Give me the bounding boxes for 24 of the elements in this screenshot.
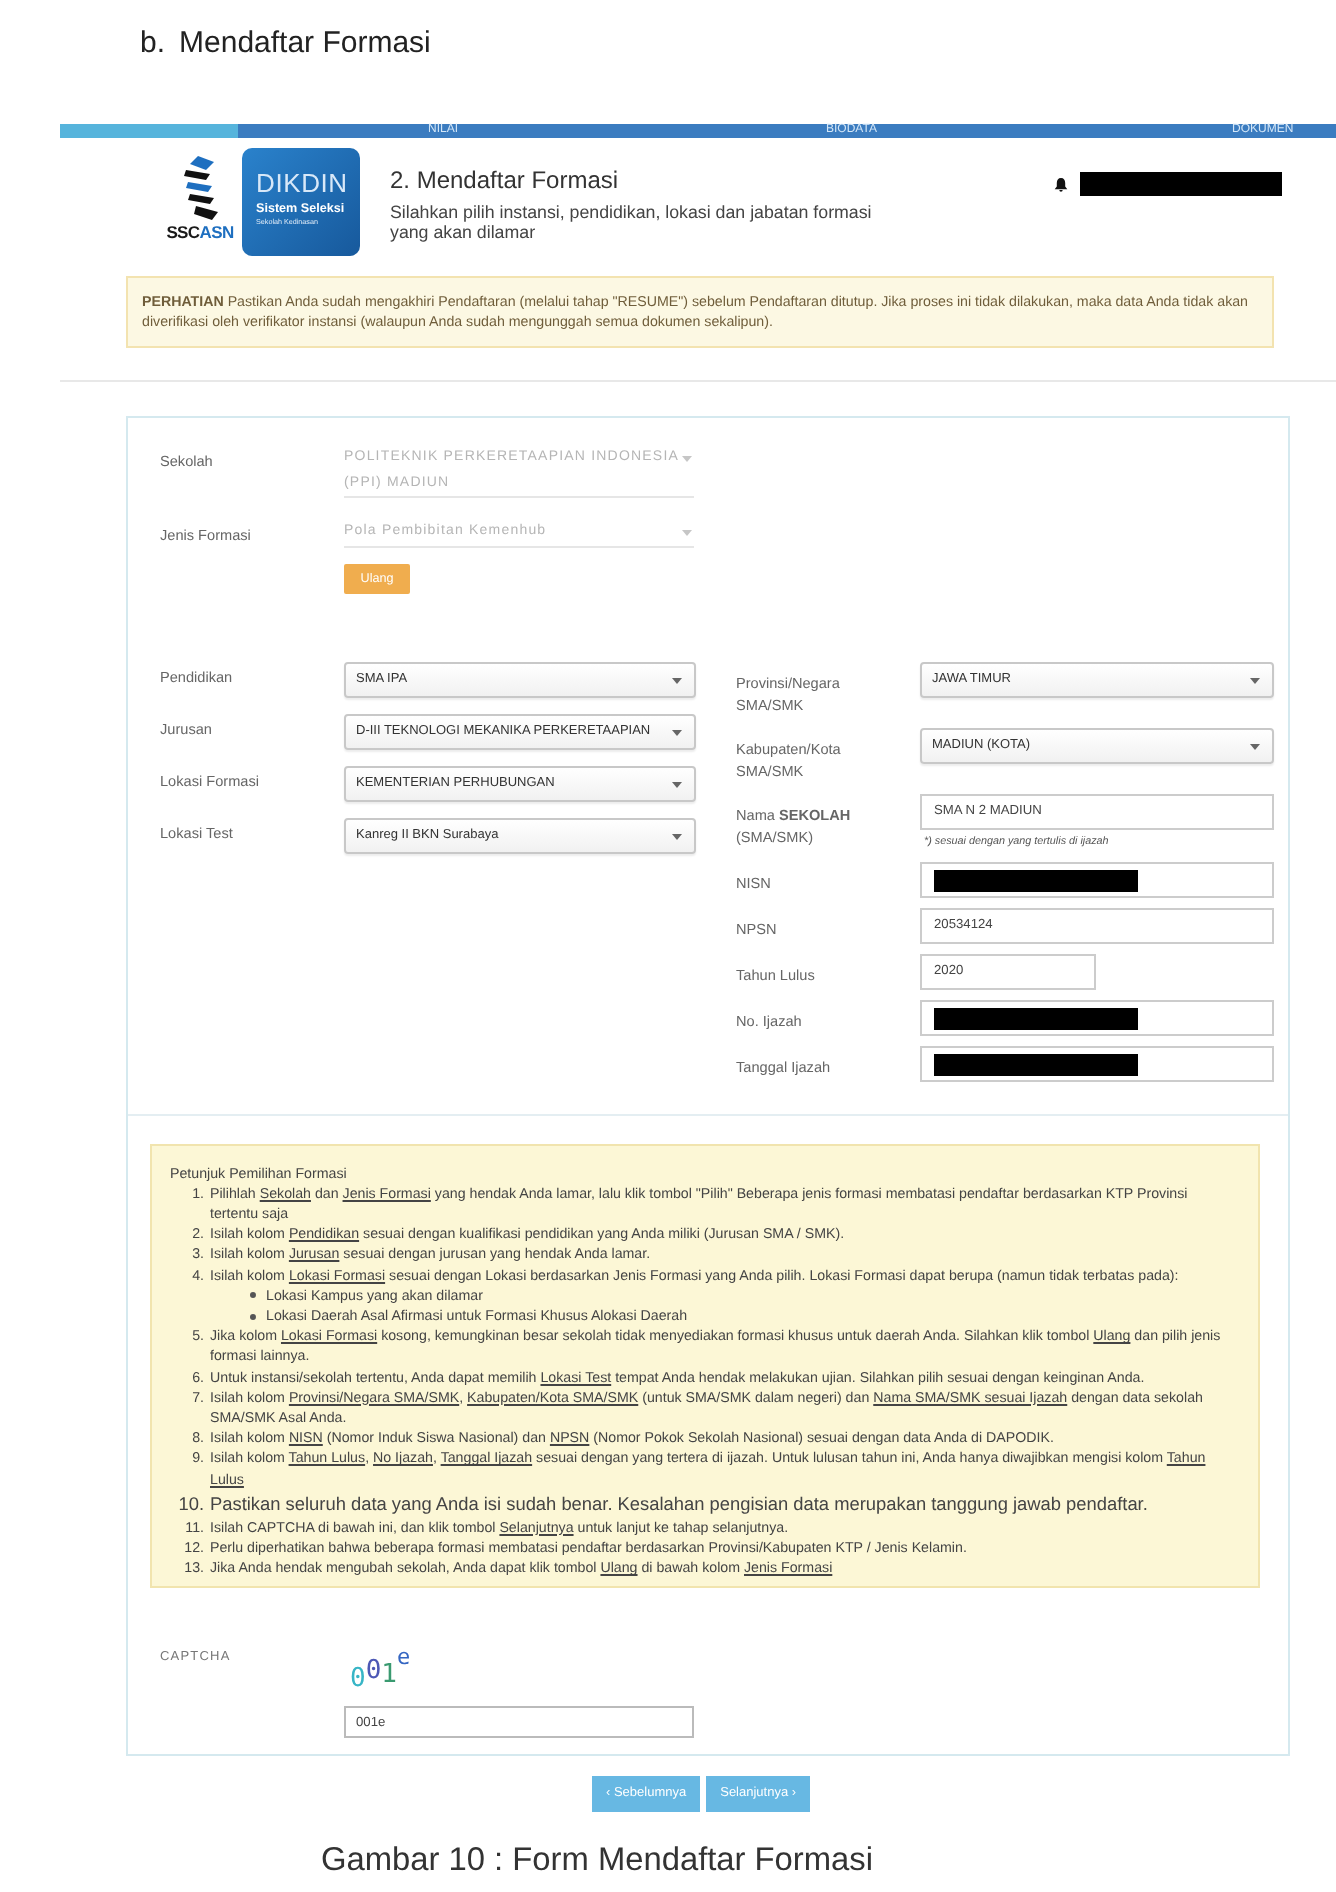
section-heading: Mendaftar Formasi <box>179 26 431 64</box>
logo-text: SSCASN <box>166 224 234 242</box>
caret-icon <box>672 833 682 839</box>
caret-icon <box>672 677 682 683</box>
page-subtitle: Silahkan pilih instansi, pendidikan, lokasi dan jabatan formasi yang akan dilamar <box>390 204 874 242</box>
list-marker: b. <box>140 26 166 64</box>
page-title: 2. Mendaftar Formasi <box>390 166 621 196</box>
caret-icon <box>672 729 682 735</box>
item-number: 10. <box>176 1491 204 1518</box>
input-field[interactable] <box>920 1045 1274 1081</box>
caret-icon <box>682 530 692 536</box>
caret-icon <box>682 456 692 462</box>
caret-icon <box>1250 677 1260 683</box>
input-field[interactable] <box>920 999 1274 1035</box>
caret-icon <box>1250 743 1260 749</box>
logo-icon <box>180 156 220 220</box>
bell-icon[interactable] <box>1054 177 1068 191</box>
instruction-text: Pastikan seluruh data yang Anda isi sudah benar. Kesalahan pengisian data merupakan tanggung jawab pendaftar. <box>210 1491 1150 1518</box>
input-field[interactable] <box>920 861 1274 897</box>
figure-caption: Gambar 10 : Form Mendaftar Formasi <box>319 1842 875 1880</box>
app-name: DIKDIN <box>256 170 350 198</box>
caret-icon <box>672 781 682 787</box>
bullet-icon <box>250 1313 256 1320</box>
bullet-icon <box>250 1292 256 1299</box>
